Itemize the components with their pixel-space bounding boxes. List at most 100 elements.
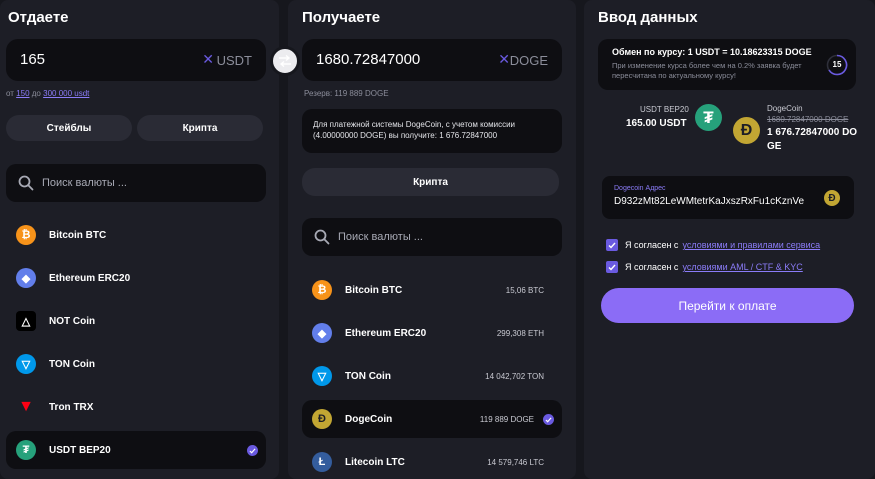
coin-name: Tron TRX bbox=[49, 401, 94, 413]
coin-list-item[interactable]: ◆ Ethereum ERC20 bbox=[6, 259, 266, 297]
coin-name: USDT BEP20 bbox=[49, 444, 111, 456]
coin-name: Ethereum ERC20 bbox=[345, 327, 427, 339]
coin-name: DogeCoin bbox=[345, 413, 393, 425]
selected-check-icon bbox=[247, 445, 258, 456]
commission-info: Для платежной системы DogeCoin, с учетом… bbox=[302, 109, 562, 153]
to-old-value: 1680.72847000 DOGE bbox=[767, 115, 849, 124]
get-search[interactable] bbox=[302, 218, 562, 256]
give-search-input[interactable] bbox=[42, 164, 242, 202]
get-currency: DOGE bbox=[509, 53, 548, 68]
coin-list-item[interactable]: ▽ TON Coin bbox=[6, 345, 266, 383]
limit-max-link[interactable]: 300 000 usdt bbox=[43, 89, 89, 98]
tether-icon: ₮ bbox=[695, 104, 722, 131]
coin-list-item[interactable]: ₮ USDT BEP20 bbox=[6, 431, 266, 469]
bitcoin-icon: ₿ bbox=[312, 280, 332, 300]
get-title: Получаете bbox=[302, 9, 381, 26]
dogecoin-icon: Ð bbox=[824, 190, 840, 206]
agree-terms[interactable]: Я согласен с условиями и правилами серви… bbox=[606, 238, 820, 252]
coin-list-item[interactable]: ▼ Tron TRX bbox=[6, 388, 266, 426]
give-panel: Отдаете 165 ✕ USDT от 150 до 300 000 usd… bbox=[0, 0, 279, 479]
limit-min-link[interactable]: 150 bbox=[16, 89, 29, 98]
address-field[interactable]: Dogecoin Адрес D932zMt82LeWMtetrKaJxszRx… bbox=[602, 176, 854, 219]
coin-name: TON Coin bbox=[345, 370, 391, 382]
to-value: 1 676.72847000 DO bbox=[767, 127, 858, 138]
rate-box: Обмен по курсу: 1 USDT = 10.18623315 DOG… bbox=[598, 39, 856, 90]
rate-note: При изменение курса более чем на 0.2% за… bbox=[612, 61, 802, 80]
coin-list-item[interactable]: Ð DogeCoin 119 889 DOGE bbox=[302, 400, 562, 438]
give-amount-value[interactable]: 165 bbox=[20, 51, 45, 68]
swap-arrows-icon bbox=[279, 55, 291, 67]
get-panel: Получаете 1680.72847000 ✕ DOGE Резерв: 1… bbox=[288, 0, 576, 479]
checkmark-icon bbox=[608, 264, 616, 271]
proceed-to-payment-button[interactable]: Перейти к оплате bbox=[601, 288, 854, 323]
coin-name: Ethereum ERC20 bbox=[49, 272, 131, 284]
data-panel: Ввод данных Обмен по курсу: 1 USDT = 10.… bbox=[584, 0, 875, 479]
agree-terms-checkbox[interactable] bbox=[606, 239, 618, 251]
get-amount-field[interactable]: 1680.72847000 ✕ DOGE bbox=[302, 39, 562, 81]
swap-button[interactable] bbox=[270, 46, 300, 76]
tab-stablecoins[interactable]: Стейблы bbox=[6, 115, 132, 141]
agree-prefix: Я согласен с bbox=[625, 240, 679, 250]
tether-icon: ₮ bbox=[16, 440, 36, 460]
dogecoin-icon: Ð bbox=[733, 117, 760, 144]
tron-icon: ▼ bbox=[18, 398, 34, 415]
notcoin-icon: △ bbox=[16, 311, 36, 331]
tab-crypto[interactable]: Крипта bbox=[302, 168, 559, 196]
to-value-wrap: GE bbox=[767, 141, 782, 152]
coin-name: Bitcoin BTC bbox=[345, 284, 403, 296]
coin-list-item[interactable]: ◆ Ethereum ERC20 299,308 ETH bbox=[302, 314, 562, 352]
terms-link[interactable]: условиями и правилами сервиса bbox=[682, 240, 820, 250]
rate-timer: 15 bbox=[826, 54, 848, 76]
coin-name: TON Coin bbox=[49, 358, 95, 370]
coin-balance: 119 889 DOGE bbox=[479, 414, 534, 424]
coin-name: NOT Coin bbox=[49, 315, 96, 327]
agree-aml-checkbox[interactable] bbox=[606, 261, 618, 273]
give-currency: USDT bbox=[216, 53, 252, 68]
rate-title: Обмен по курсу: 1 USDT = 10.18623315 DOG… bbox=[612, 47, 812, 57]
data-title: Ввод данных bbox=[598, 9, 698, 26]
search-icon bbox=[18, 175, 34, 191]
checkmark-icon bbox=[608, 242, 616, 249]
search-icon bbox=[314, 229, 330, 245]
coin-list-item[interactable]: ₿ Bitcoin BTC bbox=[6, 216, 266, 254]
ton-icon: ▽ bbox=[16, 354, 36, 374]
coin-balance: 14 042,702 TON bbox=[485, 371, 544, 381]
coin-balance: 299,308 ETH bbox=[496, 328, 544, 338]
bitcoin-icon: ₿ bbox=[16, 225, 36, 245]
clear-icon[interactable]: ✕ bbox=[498, 51, 510, 68]
ethereum-icon: ◆ bbox=[312, 323, 332, 343]
tab-crypto[interactable]: Крипта bbox=[137, 115, 263, 141]
timer-value: 15 bbox=[832, 60, 842, 69]
coin-list-item[interactable]: ₿ Bitcoin BTC 15,06 BTC bbox=[302, 271, 562, 309]
aml-link[interactable]: условиями AML / CTF & KYC bbox=[682, 262, 802, 272]
limit-from-prefix: от bbox=[6, 89, 14, 98]
get-amount-value[interactable]: 1680.72847000 bbox=[316, 51, 420, 68]
dogecoin-icon: Ð bbox=[312, 409, 332, 429]
from-label: USDT BEP20 bbox=[640, 105, 689, 114]
coin-list-item[interactable]: Ł Litecoin LTC 14 579,746 LTC bbox=[302, 443, 562, 479]
coin-list-item[interactable]: △ NOT Coin bbox=[6, 302, 266, 340]
give-title: Отдаете bbox=[8, 9, 69, 26]
get-search-input[interactable] bbox=[338, 218, 538, 256]
give-search[interactable] bbox=[6, 164, 266, 202]
address-input[interactable]: D932zMt82LeWMtetrKaJxszRxFu1cKznVe bbox=[614, 196, 804, 207]
coin-list-item[interactable]: ▽ TON Coin 14 042,702 TON bbox=[302, 357, 562, 395]
clear-icon[interactable]: ✕ bbox=[202, 51, 214, 68]
coin-balance: 15,06 BTC bbox=[505, 285, 544, 295]
address-label: Dogecoin Адрес bbox=[614, 185, 666, 192]
agree-aml[interactable]: Я согласен с условиями AML / CTF & KYC bbox=[606, 260, 803, 274]
to-label: DogeCoin bbox=[767, 104, 803, 113]
limit-to-prefix: до bbox=[31, 89, 41, 98]
litecoin-icon: Ł bbox=[312, 452, 332, 472]
selected-check-icon bbox=[543, 414, 554, 425]
ton-icon: ▽ bbox=[312, 366, 332, 386]
ethereum-icon: ◆ bbox=[16, 268, 36, 288]
from-value: 165.00 USDT bbox=[626, 118, 687, 129]
agree-prefix: Я согласен с bbox=[625, 262, 679, 272]
coin-balance: 14 579,746 LTC bbox=[487, 457, 544, 467]
give-limits: от 150 до 300 000 usdt bbox=[6, 89, 89, 98]
give-amount-field[interactable]: 165 ✕ USDT bbox=[6, 39, 266, 81]
coin-name: Litecoin LTC bbox=[345, 456, 405, 468]
coin-name: Bitcoin BTC bbox=[49, 229, 107, 241]
reserve-text: Резерв: 119 889 DOGE bbox=[304, 89, 389, 98]
